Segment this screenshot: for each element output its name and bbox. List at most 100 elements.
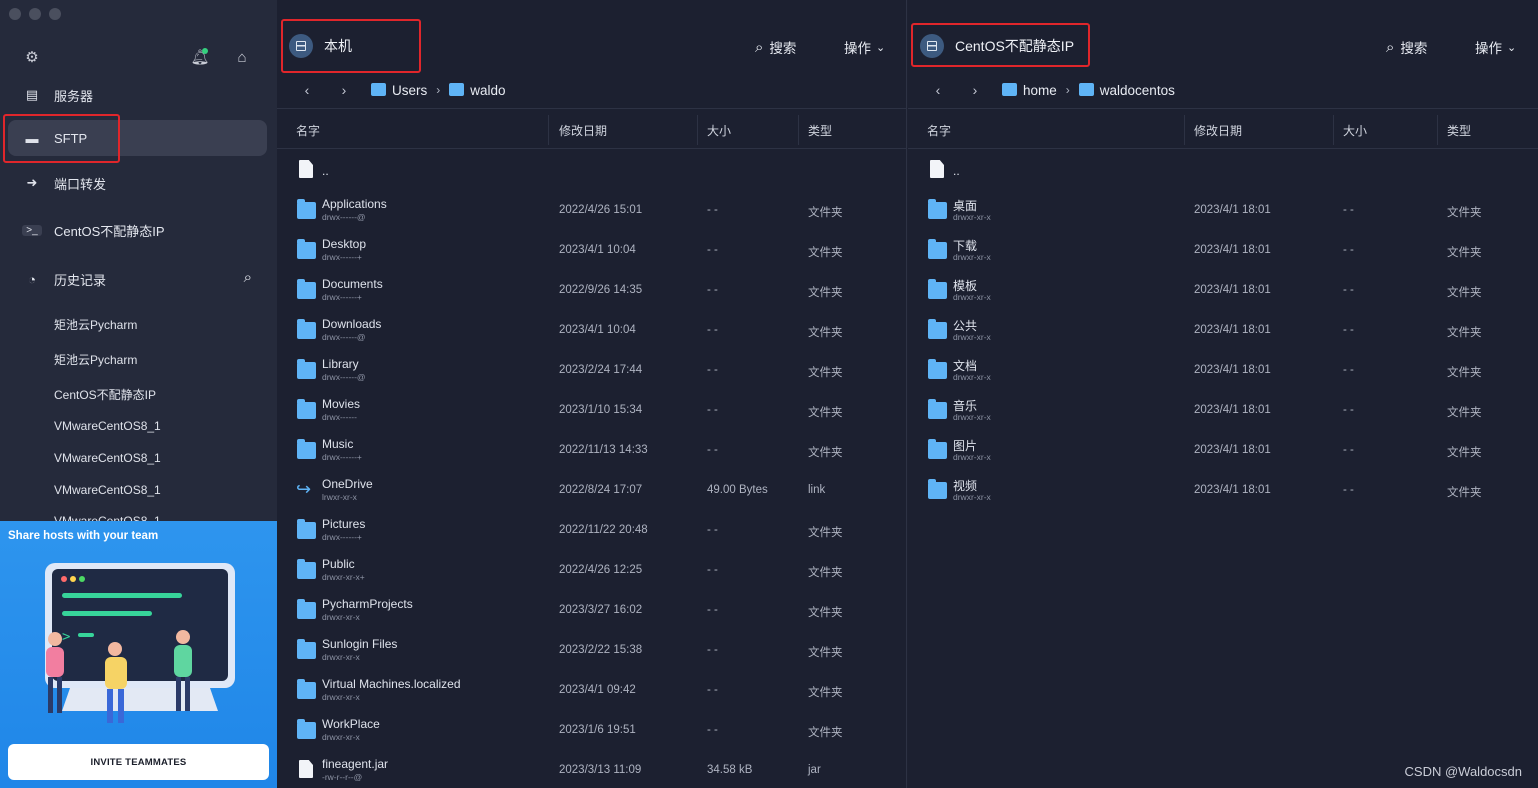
folder-icon — [297, 279, 316, 299]
file-row[interactable]: Music drwx------+ 2022/11/13 14:33 - - 文件夹 — [277, 432, 906, 472]
team-illustration: > — [45, 563, 235, 723]
actions-button[interactable]: 操作 ⌄ — [1475, 37, 1516, 57]
file-row[interactable]: Documents drwx------+ 2022/9/26 14:35 - - 文件… — [277, 272, 906, 312]
file-size: 49.00 Bytes — [707, 484, 768, 496]
file-date: 2023/1/6 19:51 — [559, 724, 636, 736]
file-row[interactable]: 公共 drwxr-xr-x 2023/4/1 18:01- - 文件夹 — [908, 312, 1538, 352]
file-type: jar — [808, 764, 821, 776]
file-date: 2022/11/22 20:48 — [559, 524, 648, 536]
link-icon: ↪ — [296, 479, 312, 499]
file-icon — [299, 160, 313, 178]
breadcrumb-item[interactable]: waldo — [449, 82, 506, 98]
folder-icon — [297, 199, 316, 219]
file-row[interactable]: Pictures drwx------+ 2022/11/22 20:48 - - 文件… — [277, 512, 906, 552]
remote-panel: CentOS不配静态IP ⌕ 搜索 操作 ⌄ ‹ › home › waldocen… — [908, 0, 1538, 788]
history-item[interactable]: CentOS不配静态IP — [54, 386, 156, 403]
terminal-icon: >_ — [22, 224, 42, 236]
file-size: - - — [1343, 484, 1354, 496]
breadcrumb-item[interactable]: home — [1002, 82, 1057, 98]
folder-icon — [297, 239, 316, 259]
file-size: - - — [707, 524, 718, 536]
file-date: 2023/4/1 18:01 — [1194, 444, 1271, 456]
history-item[interactable]: VMwareCentOS8_1 — [54, 451, 161, 465]
file-date: 2023/4/1 09:42 — [559, 684, 636, 696]
col-date[interactable]: 修改日期 — [559, 122, 607, 139]
file-row[interactable]: Public drwxr-xr-x+ 2022/4/26 12:25 - - 文件夹 — [277, 552, 906, 592]
file-row[interactable]: 下载 drwxr-xr-x 2023/4/1 18:01- - 文件夹 — [908, 232, 1538, 272]
file-row[interactable]: 模板 drwxr-xr-x 2023/4/1 18:01- - 文件夹 — [908, 272, 1538, 312]
file-row[interactable]: Downloads drwx------@ 2023/4/1 10:04 - - 文件夹 — [277, 312, 906, 352]
file-type: 文件夹 — [1447, 407, 1482, 419]
breadcrumb-item[interactable]: Users — [371, 82, 427, 98]
history-item[interactable]: 矩池云Pycharm — [54, 316, 137, 333]
file-name: Public — [322, 557, 355, 571]
col-date[interactable]: 修改日期 — [1194, 122, 1242, 139]
file-row[interactable]: 视频 drwxr-xr-x 2023/4/1 18:01- - 文件夹 — [908, 472, 1538, 512]
zoom-window-button[interactable] — [49, 8, 61, 20]
folder-icon — [297, 519, 316, 539]
breadcrumb: ‹ › home › waldocentos — [928, 80, 1175, 100]
search-icon: ⌕ — [1386, 38, 1395, 56]
file-row[interactable]: 图片 drwxr-xr-x 2023/4/1 18:01- - 文件夹 — [908, 432, 1538, 472]
col-name[interactable]: 名字 — [296, 122, 320, 139]
file-row[interactable]: fineagent.jar -rw-r--r--@ 2023/3/13 11:09 3… — [277, 752, 906, 788]
file-row[interactable]: 音乐 drwxr-xr-x 2023/4/1 18:01- - 文件夹 — [908, 392, 1538, 432]
sidebar-item-port-forward[interactable]: ➜ 端口转发 — [8, 165, 267, 201]
folder-icon — [928, 239, 947, 259]
forward-icon[interactable]: › — [334, 82, 354, 98]
file-permissions: drwxr-xr-x — [322, 652, 360, 662]
folder-icon — [371, 83, 386, 96]
file-row[interactable]: .. — [277, 152, 906, 192]
clock-icon: ◔ — [28, 271, 36, 287]
sidebar-item-centos[interactable]: >_ CentOS不配静态IP — [8, 212, 267, 248]
invite-teammates-button[interactable]: INVITE TEAMMATES — [8, 744, 269, 780]
col-type[interactable]: 类型 — [808, 122, 832, 139]
col-size[interactable]: 大小 — [1343, 122, 1367, 139]
bell-icon[interactable]: 🔔︎ — [190, 48, 210, 68]
file-type: 文件夹 — [808, 287, 843, 299]
actions-button[interactable]: 操作 ⌄ — [844, 37, 885, 57]
search-icon[interactable]: ⌕ — [244, 269, 252, 286]
col-type[interactable]: 类型 — [1447, 122, 1471, 139]
file-permissions: drwxr-xr-x — [953, 452, 991, 462]
col-name[interactable]: 名字 — [927, 122, 951, 139]
history-item[interactable]: VMwareCentOS8_1 — [54, 419, 161, 433]
folder-icon — [297, 399, 316, 419]
breadcrumb: ‹ › Users › waldo — [297, 80, 506, 100]
folder-icon — [297, 439, 316, 459]
gear-icon[interactable]: ⚙ — [22, 48, 42, 68]
breadcrumb-item[interactable]: waldocentos — [1078, 82, 1175, 98]
file-row[interactable]: Movies drwx------ 2023/1/10 15:34 - - 文件夹 — [277, 392, 906, 432]
file-row[interactable]: Sunlogin Files drwxr-xr-x 2023/2/22 15:38 -… — [277, 632, 906, 672]
folder-icon — [928, 439, 947, 459]
search-button[interactable]: ⌕ 搜索 — [755, 37, 796, 57]
file-row[interactable]: 文档 drwxr-xr-x 2023/4/1 18:01- - 文件夹 — [908, 352, 1538, 392]
file-row[interactable]: ↪ OneDrive lrwxr-xr-x 2022/8/24 17:07 49.00 … — [277, 472, 906, 512]
file-row[interactable]: PycharmProjects drwxr-xr-x 2023/3/27 16:02… — [277, 592, 906, 632]
search-button[interactable]: ⌕ 搜索 — [1386, 37, 1427, 57]
file-row[interactable]: .. — [908, 152, 1538, 192]
sidebar-item-servers[interactable]: ▤ 服务器 — [8, 77, 267, 113]
file-name: fineagent.jar — [322, 757, 389, 771]
history-item[interactable]: VMwareCentOS8_1 — [54, 483, 161, 497]
minimize-window-button[interactable] — [29, 8, 41, 20]
forward-icon[interactable]: › — [965, 82, 985, 98]
search-label: 搜索 — [1400, 41, 1428, 56]
watermark: CSDN @Waldocsdn — [1404, 764, 1522, 779]
history-item[interactable]: 矩池云Pycharm — [54, 351, 137, 368]
back-icon[interactable]: ‹ — [928, 82, 948, 98]
file-row[interactable]: Desktop drwx------+ 2023/4/1 10:04 - - 文件夹 — [277, 232, 906, 272]
home-icon[interactable]: ⌂ — [232, 48, 252, 68]
chevron-right-icon: › — [436, 83, 441, 97]
file-row[interactable]: Applications drwx------@ 2022/4/26 15:01 - … — [277, 192, 906, 232]
file-type: 文件夹 — [1447, 487, 1482, 499]
file-row[interactable]: Library drwx------@ 2023/2/24 17:44 - - 文件夹 — [277, 352, 906, 392]
col-size[interactable]: 大小 — [707, 122, 731, 139]
file-row[interactable]: WorkPlace drwxr-xr-x 2023/1/6 19:51 - - 文件夹 — [277, 712, 906, 752]
close-window-button[interactable] — [9, 8, 21, 20]
file-row[interactable]: Virtual Machines.localized drwxr-xr-x 2023… — [277, 672, 906, 712]
file-name: Desktop — [322, 237, 367, 251]
highlight-box — [281, 19, 421, 73]
file-row[interactable]: 桌面 drwxr-xr-x 2023/4/1 18:01- - 文件夹 — [908, 192, 1538, 232]
back-icon[interactable]: ‹ — [297, 82, 317, 98]
